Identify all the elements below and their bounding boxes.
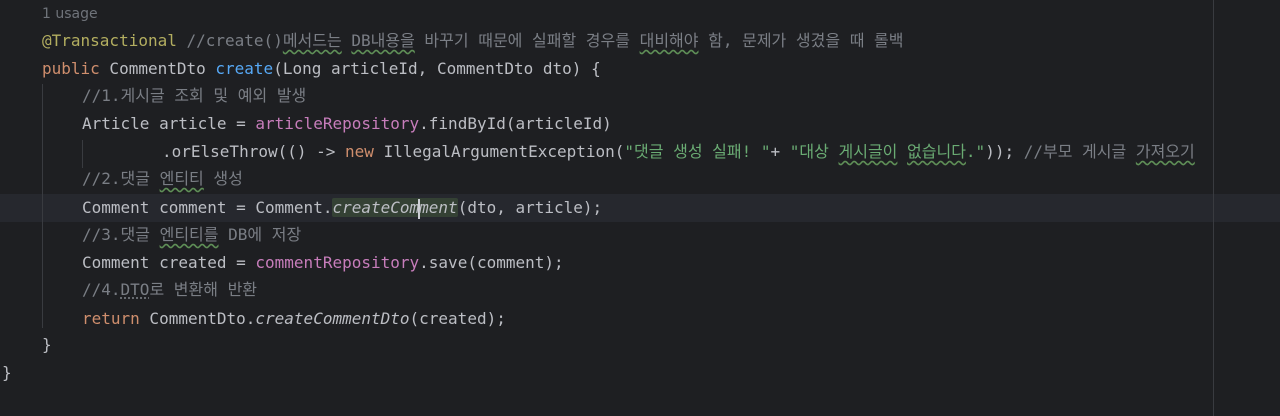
code-line-close-method: } — [42, 331, 52, 359]
method-params: (Long articleId, CommentDto dto) { — [273, 59, 601, 78]
field-reference[interactable]: articleRepository — [255, 114, 419, 133]
annotation: @Transactional — [42, 31, 177, 50]
closing-brace: } — [2, 363, 12, 382]
code-line-comment-4: //4.DTO로 변환해 반환 — [82, 276, 257, 304]
code-text: (dto, article); — [457, 198, 603, 217]
string-literal — [897, 142, 907, 161]
code-line-find-article: Article article = articleRepository.find… — [82, 110, 612, 138]
right-margin-guide — [1213, 0, 1214, 416]
code-line-comment-1: //1.게시글 조회 및 예외 발생 — [82, 82, 306, 110]
method-name-part: ment — [419, 198, 458, 217]
method-name-part: createCom — [332, 198, 420, 217]
code-line-method-signature: public CommentDto create(Long articleId,… — [42, 55, 601, 83]
comment-text: DTO — [120, 280, 150, 299]
comment-text: //create() — [176, 31, 283, 50]
comment-text: //1.게시글 조회 및 예외 발생 — [82, 86, 307, 105]
string-literal: "댓글 생성 실패! " — [624, 142, 771, 161]
comment-text: DB내용을 — [351, 31, 415, 50]
comment-text: DB에 저장 — [218, 225, 302, 244]
comment-text: 생성 — [203, 169, 243, 188]
code-text: Article article = — [82, 114, 256, 133]
comment-text: 메서드는 — [282, 31, 342, 50]
indent-guide — [82, 140, 83, 168]
field-reference[interactable]: commentRepository — [255, 253, 419, 272]
code-line-comment-3: //3.댓글 엔티티를 DB에 저장 — [82, 221, 301, 249]
code-text: (created); — [409, 309, 506, 328]
comment-text: 로 변환해 반환 — [149, 280, 258, 299]
indent-guide — [42, 84, 43, 328]
comment-text: //4. — [82, 280, 121, 299]
comment-text: 대비해야 — [639, 31, 699, 50]
code-line-or-else-throw: .orElseThrow(() -> new IllegalArgumentEx… — [162, 138, 1195, 166]
code-text: .orElseThrow(() -> — [162, 142, 346, 161]
string-literal: 없습니다 — [907, 142, 966, 161]
code-text: .findById(articleId) — [419, 114, 612, 133]
string-literal: ." — [965, 142, 986, 161]
code-editor[interactable]: 1 usage @Transactional //create()메서드는 DB… — [0, 0, 1280, 416]
keyword: public — [42, 59, 100, 78]
code-line-annotation: @Transactional //create()메서드는 DB내용을 바꾸기 … — [42, 27, 904, 55]
code-line-return: return CommentDto.createCommentDto(creat… — [82, 305, 506, 333]
comment-text — [342, 31, 352, 50]
string-literal: 게시글이 — [838, 142, 898, 161]
code-line-close-class: } — [2, 359, 12, 387]
comment-text: //2.댓글 — [82, 169, 160, 188]
type-name: CommentDto — [99, 59, 216, 78]
comment-text: 엔티티를 — [159, 225, 219, 244]
code-text: Comment comment = Comment. — [82, 198, 333, 217]
keyword: new — [345, 142, 374, 161]
code-text: .save(comment); — [419, 253, 564, 272]
code-text: )); — [985, 142, 1024, 161]
code-text: Comment created = — [82, 253, 256, 272]
usage-hint[interactable]: 1 usage — [42, 2, 98, 26]
comment-text: //3.댓글 — [82, 225, 160, 244]
code-line-comment-2: //2.댓글 엔티티 생성 — [82, 165, 243, 193]
code-text: IllegalArgumentException( — [373, 142, 625, 161]
string-literal: "대상 — [789, 142, 839, 161]
closing-brace: } — [42, 335, 52, 354]
comment-text: 함, 문제가 생겼을 때 롤백 — [698, 31, 904, 50]
static-method-call[interactable]: createComment — [332, 198, 458, 219]
comment-text: 바꾸기 때문에 실패할 경우를 — [414, 31, 640, 50]
code-line-save-comment: Comment created = commentRepository.save… — [82, 249, 564, 277]
code-line-create-comment: Comment comment = Comment.createComment(… — [82, 194, 602, 222]
keyword: return — [82, 309, 140, 328]
method-name[interactable]: create — [215, 59, 273, 78]
code-text: + — [770, 142, 790, 161]
comment-text: 엔티티 — [159, 169, 204, 188]
code-text: CommentDto. — [139, 309, 256, 328]
static-method-call[interactable]: createCommentDto — [255, 309, 409, 328]
comment-text: 가져오기 — [1135, 142, 1195, 161]
comment-text: //부모 게시글 — [1023, 142, 1136, 161]
